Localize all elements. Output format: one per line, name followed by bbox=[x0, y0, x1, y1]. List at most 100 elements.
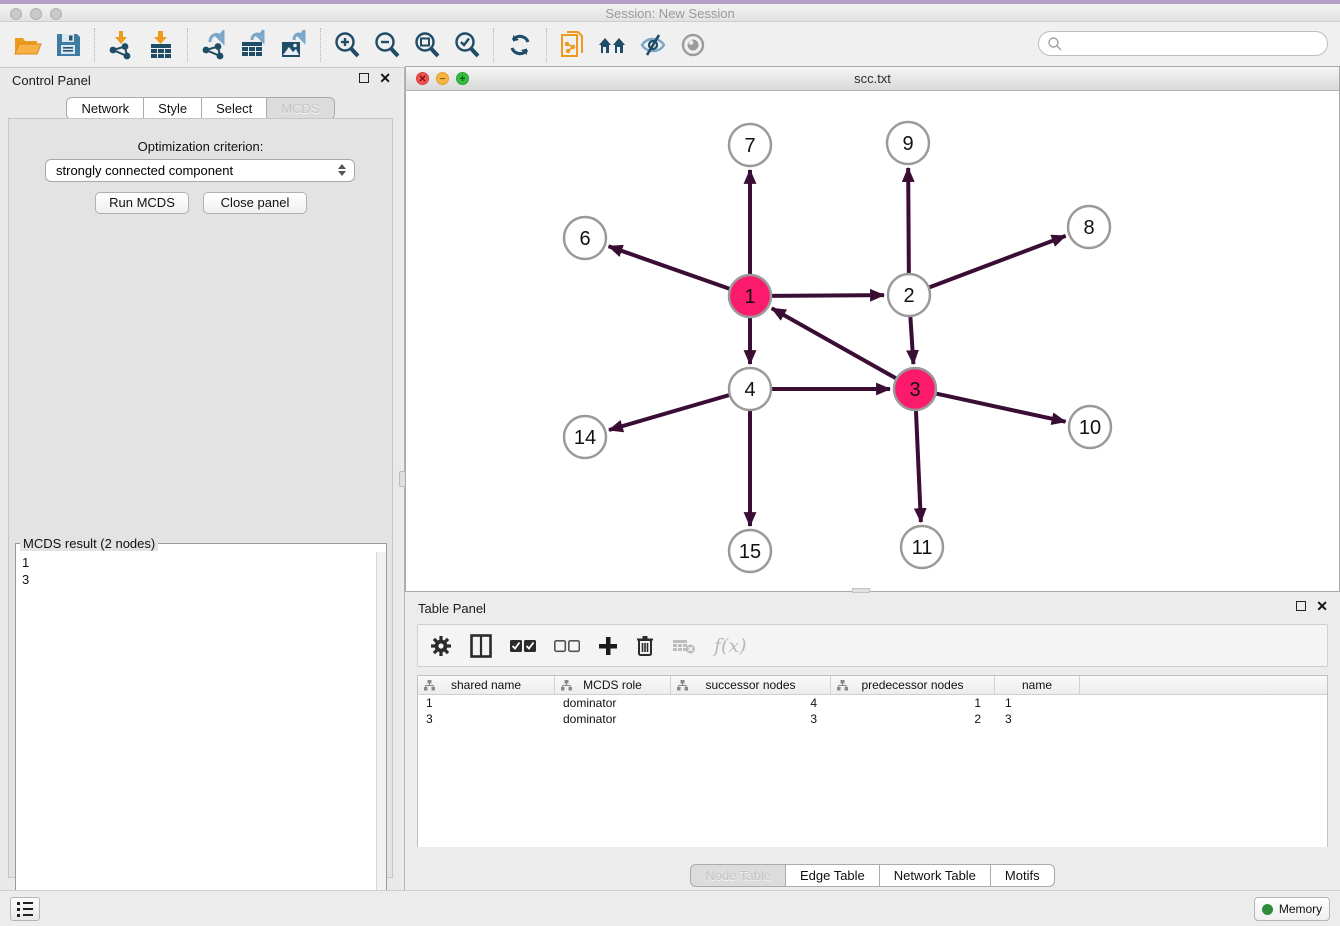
tab-motifs[interactable]: Motifs bbox=[991, 864, 1055, 887]
show-all-button[interactable] bbox=[673, 26, 713, 64]
tab-select[interactable]: Select bbox=[202, 97, 267, 120]
task-history-button[interactable] bbox=[10, 897, 40, 921]
node-label-1: 1 bbox=[744, 286, 755, 308]
table-panel-title: Table Panel bbox=[418, 601, 486, 616]
table-row[interactable]: 3dominator323 bbox=[418, 711, 1327, 727]
gear-button[interactable] bbox=[430, 633, 452, 659]
table-cell[interactable]: 2 bbox=[831, 711, 995, 727]
control-panel: Control Panel ✕ Network Style Select MCD… bbox=[0, 68, 401, 890]
memory-button[interactable]: Memory bbox=[1254, 897, 1330, 921]
result-scrollbar[interactable] bbox=[376, 552, 386, 925]
edge-2-8[interactable] bbox=[929, 236, 1066, 288]
float-panel-icon[interactable] bbox=[359, 73, 369, 83]
network-canvas[interactable]: 7968124314101511 bbox=[406, 91, 1339, 591]
edge-3-1[interactable] bbox=[772, 308, 897, 378]
window-top-strip bbox=[0, 0, 1340, 4]
zoom-selected-button[interactable] bbox=[447, 26, 487, 64]
import-table-button[interactable] bbox=[141, 26, 181, 64]
network-window-titlebar[interactable]: ✕ − + scc.txt bbox=[406, 67, 1339, 91]
split-view-button[interactable] bbox=[470, 633, 492, 659]
tab-edge-table[interactable]: Edge Table bbox=[786, 864, 880, 887]
table-cell[interactable]: 3 bbox=[995, 711, 1080, 727]
close-panel-button[interactable]: Close panel bbox=[203, 192, 307, 214]
tab-network[interactable]: Network bbox=[66, 97, 144, 120]
export-network-button[interactable] bbox=[194, 26, 234, 64]
tab-network-table[interactable]: Network Table bbox=[880, 864, 991, 887]
zoom-fit-icon bbox=[413, 31, 441, 59]
delete-column-button[interactable] bbox=[636, 633, 654, 659]
table-cell[interactable]: 3 bbox=[671, 711, 831, 727]
tab-mcds[interactable]: MCDS bbox=[267, 97, 334, 120]
clone-network-button[interactable] bbox=[553, 26, 593, 64]
tab-style[interactable]: Style bbox=[144, 97, 202, 120]
network-view-window: ✕ − + scc.txt 7968124314101511 bbox=[405, 66, 1340, 592]
table-cell[interactable]: 1 bbox=[418, 695, 555, 711]
node-label-6: 6 bbox=[579, 228, 590, 250]
close-table-panel-icon[interactable]: ✕ bbox=[1316, 601, 1328, 611]
mcds-result-title: MCDS result (2 nodes) bbox=[20, 536, 158, 551]
edge-3-11[interactable] bbox=[916, 410, 921, 522]
node-label-9: 9 bbox=[902, 133, 913, 155]
column-header-successor-nodes[interactable]: successor nodes bbox=[671, 676, 831, 694]
hierarchy-icon bbox=[561, 680, 572, 691]
column-header-mcds-role[interactable]: MCDS role bbox=[555, 676, 671, 694]
table-cell[interactable]: 1 bbox=[831, 695, 995, 711]
edge-3-10[interactable] bbox=[936, 393, 1066, 421]
export-table-button[interactable] bbox=[234, 26, 274, 64]
import-network-button[interactable] bbox=[101, 26, 141, 64]
first-neighbors-button[interactable] bbox=[593, 26, 633, 64]
node-label-7: 7 bbox=[744, 135, 755, 157]
table-panel-tabs: Node Table Edge Table Network Table Moti… bbox=[405, 864, 1340, 887]
clone-network-icon bbox=[559, 30, 587, 60]
mcds-result-text[interactable]: 13 bbox=[16, 552, 376, 925]
horizontal-splitter-handle[interactable] bbox=[852, 588, 870, 593]
table-cell[interactable]: dominator bbox=[555, 695, 671, 711]
edge-2-3[interactable] bbox=[910, 316, 913, 364]
node-label-4: 4 bbox=[744, 379, 755, 401]
close-panel-icon[interactable]: ✕ bbox=[379, 73, 391, 83]
toolbar-separator bbox=[546, 28, 547, 62]
table-cell[interactable]: 1 bbox=[995, 695, 1080, 711]
zoom-in-button[interactable] bbox=[327, 26, 367, 64]
edge-1-6[interactable] bbox=[609, 246, 731, 289]
zoom-fit-button[interactable] bbox=[407, 26, 447, 64]
table-cell[interactable]: 3 bbox=[418, 711, 555, 727]
column-header-predecessor-nodes[interactable]: predecessor nodes bbox=[831, 676, 995, 694]
node-label-3: 3 bbox=[909, 379, 920, 401]
zoom-out-button[interactable] bbox=[367, 26, 407, 64]
search-input[interactable] bbox=[1038, 31, 1328, 56]
delete-table-button[interactable] bbox=[672, 633, 696, 659]
tab-node-table[interactable]: Node Table bbox=[690, 864, 786, 887]
open-session-button[interactable] bbox=[8, 26, 48, 64]
import-table-icon bbox=[148, 30, 174, 60]
select-all-checks-button[interactable] bbox=[510, 633, 536, 659]
node-label-15: 15 bbox=[739, 541, 761, 563]
network-window-title: scc.txt bbox=[406, 71, 1339, 86]
refresh-layout-button[interactable] bbox=[500, 26, 540, 64]
table-row[interactable]: 1dominator411 bbox=[418, 695, 1327, 711]
run-mcds-button[interactable]: Run MCDS bbox=[95, 192, 189, 214]
toolbar-separator bbox=[320, 28, 321, 62]
float-table-panel-icon[interactable] bbox=[1296, 601, 1306, 611]
edge-2-9[interactable] bbox=[908, 168, 909, 274]
table-toolbar: f(x) bbox=[417, 624, 1328, 667]
refresh-layout-icon bbox=[507, 32, 533, 58]
hide-selected-icon bbox=[638, 32, 668, 58]
column-header-shared-name[interactable]: shared name bbox=[418, 676, 555, 694]
optimization-criterion-select[interactable]: strongly connected component bbox=[45, 159, 355, 182]
save-session-button[interactable] bbox=[48, 26, 88, 64]
optimization-criterion-label: Optimization criterion: bbox=[9, 139, 392, 154]
export-image-button[interactable] bbox=[274, 26, 314, 64]
function-builder-button[interactable]: f(x) bbox=[714, 633, 747, 659]
edge-1-2[interactable] bbox=[771, 295, 884, 296]
table-cell[interactable]: 4 bbox=[671, 695, 831, 711]
column-header-name[interactable]: name bbox=[995, 676, 1080, 694]
zoom-out-icon bbox=[373, 31, 401, 59]
deselect-all-checks-button[interactable] bbox=[554, 633, 580, 659]
add-column-button[interactable] bbox=[598, 633, 618, 659]
table-cell[interactable]: dominator bbox=[555, 711, 671, 727]
edge-4-14[interactable] bbox=[609, 395, 730, 430]
gear-icon bbox=[430, 635, 452, 657]
zoom-selected-icon bbox=[453, 31, 481, 59]
hide-selected-button[interactable] bbox=[633, 26, 673, 64]
